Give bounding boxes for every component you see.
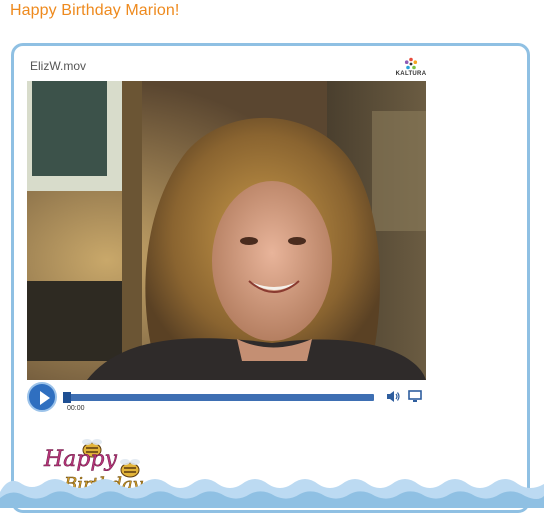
video-file-name: ElizW.mov — [30, 59, 87, 73]
video-frame[interactable] — [27, 81, 426, 380]
sticker-text-happy: Happy — [43, 447, 117, 472]
kaltura-flower-icon — [404, 57, 418, 70]
kaltura-logo[interactable]: KALTURA — [393, 57, 429, 79]
player-controls: 00:00 — [27, 382, 426, 414]
progress-bar[interactable] — [63, 392, 374, 403]
video-still-image — [27, 81, 426, 380]
wave-border — [0, 479, 544, 508]
kaltura-brand-text: KALTURA — [395, 71, 427, 77]
fullscreen-icon[interactable] — [408, 390, 422, 403]
play-button[interactable] — [27, 382, 57, 412]
time-code: 00:00 — [67, 405, 85, 412]
volume-icon[interactable] — [386, 390, 400, 403]
progress-handle[interactable] — [63, 392, 71, 403]
page-title: Happy Birthday Marion! — [10, 2, 180, 19]
